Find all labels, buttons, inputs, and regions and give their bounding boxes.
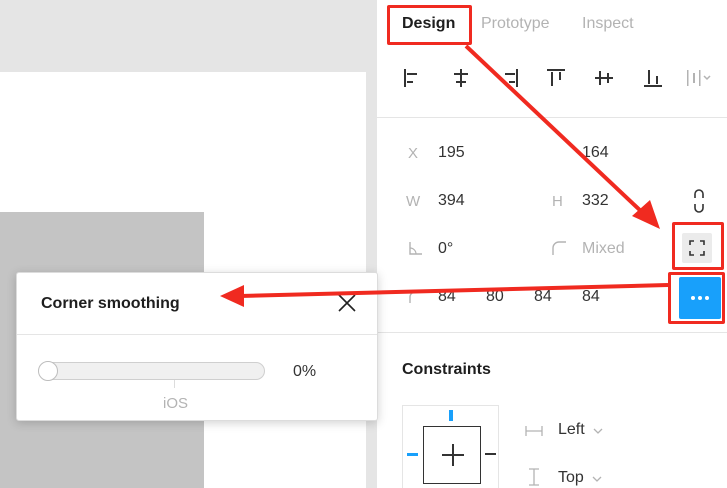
constraints-title: Constraints: [402, 361, 491, 378]
h-input[interactable]: 332: [582, 192, 609, 210]
h-label: H: [552, 193, 563, 210]
smoothing-slider-thumb[interactable]: [38, 361, 58, 381]
align-left-icon[interactable]: [395, 62, 427, 94]
divider: [377, 117, 727, 118]
vertical-constraint-dropdown[interactable]: Top: [558, 469, 602, 487]
w-label: W: [406, 193, 421, 210]
constraints-widget[interactable]: [402, 405, 499, 488]
constrain-proportions-icon[interactable]: [689, 186, 709, 216]
chevron-down-icon: [592, 469, 602, 487]
align-vertical-center-icon[interactable]: [588, 62, 620, 94]
smoothing-slider-track[interactable]: [39, 362, 265, 380]
w-input[interactable]: 394: [438, 192, 465, 210]
x-input[interactable]: 195: [438, 144, 465, 162]
more-options-button[interactable]: [679, 277, 721, 319]
corner-top-right-input[interactable]: 80: [486, 288, 504, 306]
align-top-icon[interactable]: [540, 62, 572, 94]
corner-icon: [408, 290, 422, 304]
corner-top-left-input[interactable]: 84: [438, 288, 456, 306]
constraints-inner-box: [423, 426, 481, 484]
close-icon[interactable]: [335, 291, 359, 315]
horizontal-constraint-dropdown[interactable]: Left: [558, 421, 603, 439]
constraint-top-marker[interactable]: [449, 410, 453, 421]
alignment-toolbar: [377, 62, 727, 94]
tab-prototype[interactable]: Prototype: [481, 15, 549, 33]
align-bottom-icon[interactable]: [637, 62, 669, 94]
vertical-constraint-icon: [528, 468, 540, 486]
corner-bottom-right-input[interactable]: 84: [534, 288, 552, 306]
corner-radius-icon: [551, 240, 567, 256]
popup-divider: [17, 334, 377, 335]
independent-corners-button[interactable]: [682, 233, 712, 263]
horizontal-constraint-icon: [525, 424, 543, 436]
corner-bottom-left-input[interactable]: 84: [582, 288, 600, 306]
divider: [377, 332, 727, 333]
constraint-right-marker[interactable]: [485, 453, 496, 455]
chevron-down-icon: [593, 421, 603, 439]
rotation-input[interactable]: 0°: [438, 240, 453, 258]
ios-preset-label[interactable]: iOS: [163, 395, 188, 412]
popup-title: Corner smoothing: [41, 295, 180, 312]
tab-design[interactable]: Design: [402, 15, 455, 33]
smoothing-value: 0%: [293, 363, 317, 380]
constraint-left-marker[interactable]: [407, 453, 418, 456]
panel-tabs: Design Prototype Inspect: [377, 0, 727, 48]
distribute-spacing-icon[interactable]: [681, 62, 713, 94]
properties-panel: Design Prototype Inspect X 195 164 W 394: [376, 0, 727, 488]
corner-smoothing-popup: Corner smoothing 0% iOS: [16, 272, 378, 421]
tab-inspect[interactable]: Inspect: [582, 15, 634, 33]
corner-radius-input[interactable]: Mixed: [582, 240, 625, 258]
x-label: X: [408, 145, 419, 162]
align-right-icon[interactable]: [495, 62, 527, 94]
rotation-icon: [408, 240, 424, 256]
y-input[interactable]: 164: [582, 144, 609, 162]
align-horizontal-center-icon[interactable]: [445, 62, 477, 94]
